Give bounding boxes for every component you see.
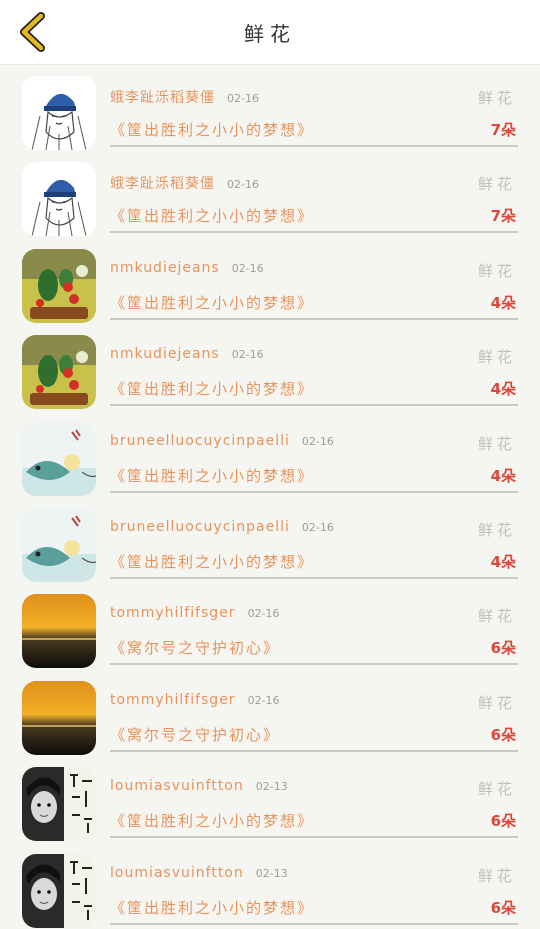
reason-text: 《筐出胜利之小小的梦想》 [110,552,315,571]
send-date: 02-16 [247,693,280,707]
gift-type-label: 鲜花 [477,89,516,107]
fish-illustration-avatar[interactable] [22,507,96,582]
send-date: 02-16 [301,434,334,448]
flower-record-list: 蛾李趾泺稻葵僵 02-16 鲜花 《筐出胜利之小小的梦想》 7朵 蛾李趾泺稻葵僵 0… [0,65,540,929]
hooded-man-sketch-avatar[interactable] [22,162,96,237]
sender-name: bruneelluocuycinpaelli 02-16 [110,518,334,535]
sender-name: nmkudiejeans 02-16 [110,259,264,276]
flower-count: 4朵 [490,293,516,312]
send-date: 02-16 [301,520,334,534]
send-date: 02-16 [231,348,264,362]
gift-type-label: 鲜花 [477,780,516,799]
send-date: 02-16 [231,261,264,275]
reason-text: 《筐出胜利之小小的梦想》 [110,812,315,831]
list-item[interactable]: loumiasvuinftton 02-13 鲜花 《筐出胜利之小小的梦想》 6朵 [0,843,540,929]
flower-count: 7朵 [490,207,516,226]
sender-name: 蛾李趾泺稻葵僵 02-16 [110,90,259,106]
list-item[interactable]: nmkudiejeans 02-16 鲜花 《筐出胜利之小小的梦想》 4朵 [0,238,540,324]
girl-portrait-avatar[interactable] [22,767,96,842]
flower-count: 4朵 [490,380,516,399]
sender-name: nmkudiejeans 02-16 [110,346,264,363]
gift-type-label: 鲜花 [477,175,516,194]
gift-type-label: 鲜花 [477,866,516,885]
divider [110,490,518,493]
reason-text: 《筐出胜利之小小的梦想》 [110,207,315,226]
sender-name: bruneelluocuycinpaelli 02-16 [110,432,334,449]
divider [110,404,518,407]
divider [110,317,518,320]
list-item[interactable]: nmkudiejeans 02-16 鲜花 《筐出胜利之小小的梦想》 4朵 [0,324,540,410]
list-item[interactable]: tommyhilfifsger 02-16 鲜花 《窝尔号之守护初心》 6朵 [0,670,540,756]
list-item[interactable]: loumiasvuinftton 02-13 鲜花 《筐出胜利之小小的梦想》 6朵 [0,756,540,842]
gift-type-label: 鲜花 [477,434,516,453]
sunset-avatar[interactable] [22,680,96,755]
gift-type-label: 鲜花 [477,607,516,626]
sender-name: loumiasvuinftton 02-13 [110,864,288,881]
gift-type-label: 鲜花 [477,261,516,280]
reason-text: 《筐出胜利之小小的梦想》 [110,380,315,399]
divider [110,145,518,147]
send-date: 02-16 [227,178,259,192]
list-item[interactable]: 蛾李趾泺稻葵僵 02-16 鲜花 《筐出胜利之小小的梦想》 7朵 [0,65,540,151]
reason-text: 《窝尔号之守护初心》 [110,725,281,744]
divider [110,663,518,666]
reason-text: 《筐出胜利之小小的梦想》 [110,121,315,139]
reason-text: 《筐出胜利之小小的梦想》 [110,293,315,312]
reason-text: 《筐出胜利之小小的梦想》 [110,898,315,917]
hooded-man-sketch-avatar[interactable] [22,76,96,150]
fish-illustration-avatar[interactable] [22,421,96,496]
flower-count: 6朵 [490,725,516,744]
flower-count: 4朵 [490,466,516,485]
sender-name: 蛾李趾泺稻葵僵 02-16 [110,176,259,193]
flower-count: 6朵 [490,639,516,658]
divider [110,749,518,752]
header-bar: 鲜花 [0,0,540,65]
cactus-flowers-avatar[interactable] [22,335,96,410]
reason-text: 《窝尔号之守护初心》 [110,639,281,658]
divider [110,231,518,234]
cactus-flowers-avatar[interactable] [22,248,96,323]
list-item[interactable]: tommyhilfifsger 02-16 鲜花 《窝尔号之守护初心》 6朵 [0,583,540,669]
gift-type-label: 鲜花 [477,693,516,712]
gift-type-label: 鲜花 [477,520,516,539]
divider [110,836,518,839]
flower-count: 6朵 [490,812,516,831]
girl-portrait-avatar[interactable] [22,853,96,928]
page-title: 鲜花 [244,21,296,46]
sender-name: loumiasvuinftton 02-13 [110,778,288,795]
send-date: 02-16 [247,607,280,621]
sender-name: tommyhilfifsger 02-16 [110,605,280,622]
flower-count: 4朵 [490,552,516,571]
list-item[interactable]: bruneelluocuycinpaelli 02-16 鲜花 《筐出胜利之小小的… [0,411,540,497]
list-item[interactable]: 蛾李趾泺稻葵僵 02-16 鲜花 《筐出胜利之小小的梦想》 7朵 [0,151,540,237]
send-date: 02-13 [255,780,288,794]
flower-count: 7朵 [490,121,516,139]
flower-count: 6朵 [490,898,516,917]
list-item[interactable]: bruneelluocuycinpaelli 02-16 鲜花 《筐出胜利之小小的… [0,497,540,583]
reason-text: 《筐出胜利之小小的梦想》 [110,466,315,485]
divider [110,922,518,925]
divider [110,576,518,579]
sender-name: tommyhilfifsger 02-16 [110,691,280,708]
send-date: 02-13 [255,866,288,880]
gift-type-label: 鲜花 [477,348,516,367]
send-date: 02-16 [227,92,259,105]
sunset-avatar[interactable] [22,594,96,669]
